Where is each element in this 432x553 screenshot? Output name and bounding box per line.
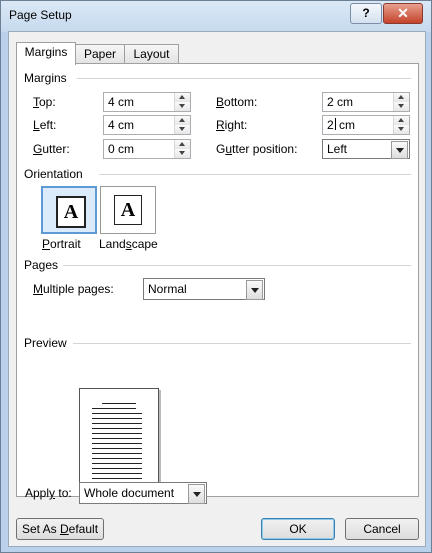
- preview-text-line: [92, 453, 142, 454]
- portrait-label: Portrait: [42, 237, 81, 251]
- multiple-pages-label: Multiple pages:: [33, 282, 114, 296]
- apply-to-select[interactable]: Whole document: [79, 482, 207, 504]
- tab-layout[interactable]: Layout: [124, 44, 179, 64]
- landscape-label: Landscape: [99, 237, 158, 251]
- divider: [73, 343, 411, 344]
- tab-paper[interactable]: Paper: [75, 44, 125, 64]
- preview-text-line: [92, 458, 142, 459]
- tab-paper-label: Paper: [83, 47, 117, 61]
- gutter-spinner[interactable]: 0 cm: [103, 139, 191, 159]
- pages-section-label: Pages: [24, 258, 59, 272]
- page-setup-dialog: Page Setup ? ✕ Margins Paper Layout Marg…: [0, 0, 432, 553]
- preview-text-line: [92, 423, 142, 424]
- left-label: Left:: [33, 118, 57, 132]
- spin-down-icon[interactable]: [175, 102, 190, 111]
- divider: [77, 78, 411, 79]
- divider: [99, 174, 411, 175]
- bottom-margin-value[interactable]: 2 cm: [327, 95, 353, 109]
- tab-margins[interactable]: Margins: [16, 42, 76, 65]
- gutter-position-select[interactable]: Left: [322, 139, 410, 159]
- bottom-margin-spinner[interactable]: 2 cm: [322, 92, 410, 112]
- preview-text-line: [92, 443, 142, 444]
- top-margin-spinner[interactable]: 4 cm: [103, 92, 191, 112]
- orientation-section-label: Orientation: [24, 167, 83, 181]
- top-label: Top:: [33, 95, 56, 109]
- multiple-pages-value: Normal: [148, 282, 187, 296]
- right-margin-spinner[interactable]: 2 cm: [322, 115, 410, 135]
- tab-margins-label: Margins: [24, 45, 68, 59]
- cancel-button[interactable]: Cancel: [345, 518, 419, 540]
- chevron-down-icon[interactable]: [391, 141, 408, 159]
- margins-section-label: Margins: [24, 71, 67, 85]
- gutter-position-value: Left: [327, 142, 348, 156]
- left-margin-value[interactable]: 4 cm: [108, 118, 134, 132]
- preview-text-line: [92, 413, 142, 414]
- preview-text-line: [92, 473, 142, 474]
- tab-layout-label: Layout: [133, 47, 170, 61]
- preview-text-line: [92, 448, 142, 449]
- spin-down-icon[interactable]: [175, 149, 190, 158]
- title-bar[interactable]: Page Setup ? ✕: [1, 1, 431, 32]
- window-title: Page Setup: [9, 8, 72, 22]
- spin-down-icon[interactable]: [394, 125, 409, 134]
- margins-panel: Margins Top: 4 cm Left: 4 cm Gutter: 0 c…: [16, 63, 419, 504]
- spin-down-icon[interactable]: [175, 125, 190, 134]
- preview-text-line: [92, 468, 142, 469]
- multiple-pages-select[interactable]: Normal: [143, 278, 265, 300]
- gutter-label: Gutter:: [33, 142, 70, 156]
- gutter-position-label: Gutter position:: [216, 142, 298, 156]
- left-margin-spinner[interactable]: 4 cm: [103, 115, 191, 135]
- gutter-value[interactable]: 0 cm: [108, 142, 134, 156]
- divider: [63, 265, 411, 266]
- preview-section-label: Preview: [24, 336, 67, 350]
- preview-text-line: [102, 403, 136, 404]
- landscape-page-icon: A: [114, 195, 142, 225]
- right-label: Right:: [216, 118, 248, 132]
- portrait-page-icon: A: [56, 196, 86, 228]
- portrait-button[interactable]: A: [41, 186, 97, 234]
- bottom-label: Bottom:: [216, 95, 258, 109]
- close-button[interactable]: ✕: [383, 3, 423, 24]
- help-button[interactable]: ?: [350, 3, 382, 24]
- top-margin-value[interactable]: 4 cm: [108, 95, 134, 109]
- apply-to-value: Whole document: [84, 486, 175, 500]
- chevron-down-icon[interactable]: [246, 280, 263, 300]
- preview-text-line: [92, 408, 136, 409]
- preview-text-line: [92, 478, 142, 479]
- right-margin-value[interactable]: 2 cm: [327, 118, 355, 132]
- spin-down-icon[interactable]: [394, 102, 409, 111]
- preview-page-thumbnail: [79, 388, 159, 488]
- preview-text-line: [92, 428, 142, 429]
- preview-text-line: [92, 418, 142, 419]
- preview-text-line: [92, 438, 142, 439]
- landscape-button[interactable]: A: [100, 186, 156, 234]
- preview-text-line: [92, 433, 142, 434]
- ok-button[interactable]: OK: [261, 518, 335, 540]
- apply-to-label: Apply to:: [25, 486, 72, 500]
- dialog-body: Margins Paper Layout Margins Top: 4 cm L…: [8, 31, 426, 547]
- chevron-down-icon[interactable]: [188, 484, 205, 504]
- preview-text-line: [92, 463, 142, 464]
- set-as-default-button[interactable]: Set As Default: [16, 518, 104, 540]
